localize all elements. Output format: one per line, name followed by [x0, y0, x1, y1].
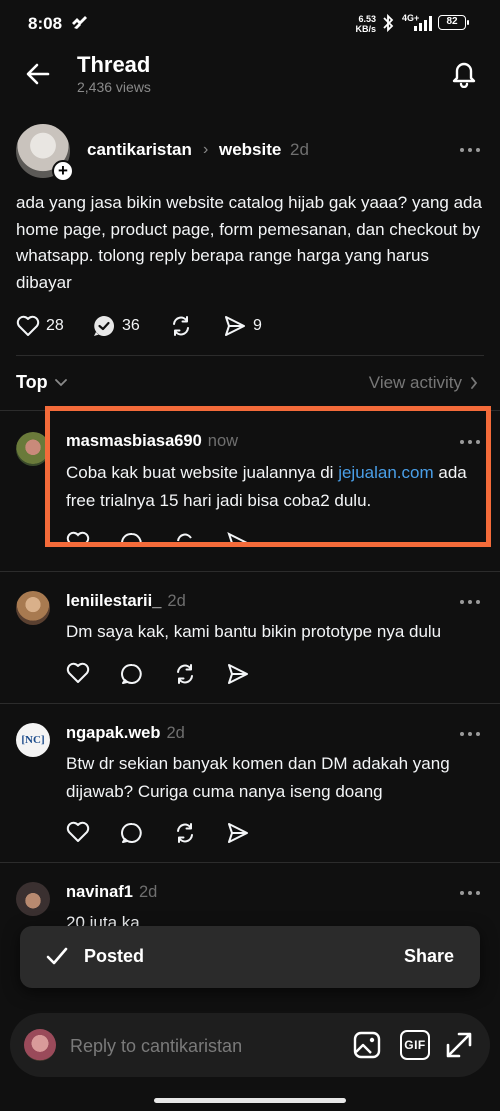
reply-author[interactable]: navinaf1 2d	[66, 883, 157, 902]
repost-icon[interactable]	[173, 821, 197, 845]
reply-body: Dm saya kak, kami bantu bikin prototype …	[66, 622, 442, 641]
bluetooth-icon	[383, 13, 394, 33]
reply-author[interactable]: leniilestarii_ 2d	[66, 592, 186, 611]
reply-count: 36	[122, 317, 140, 334]
toast-share-button[interactable]: Share	[404, 946, 454, 967]
reply-bubble-check-icon	[94, 316, 114, 336]
post-author-avatar[interactable]: +	[16, 124, 74, 182]
reply-actions	[66, 662, 266, 688]
back-arrow-icon[interactable]	[24, 60, 52, 88]
chevron-right-icon: ›	[203, 141, 209, 158]
reply-composer: GIF	[10, 1013, 490, 1077]
gif-label: GIF	[404, 1038, 426, 1052]
gif-button[interactable]: GIF	[400, 1030, 430, 1060]
post-author-name[interactable]: cantikaristan	[87, 140, 192, 160]
post-actions: 28 36 9	[16, 314, 276, 340]
chevron-down-icon	[54, 378, 67, 386]
heart-icon[interactable]	[66, 531, 90, 545]
reply-button[interactable]: 36	[92, 314, 140, 338]
reply-actions	[66, 821, 266, 847]
bell-icon[interactable]	[450, 58, 478, 88]
reply-author[interactable]: ngapak.web 2d	[66, 724, 185, 743]
share-button[interactable]: 9	[223, 314, 262, 338]
send-icon[interactable]	[226, 531, 250, 545]
view-activity-label: View activity	[368, 373, 462, 392]
avatar-logo-text: [NC]	[21, 734, 45, 746]
reply-more-icon[interactable]	[460, 600, 480, 606]
network-speed: 6.53 KB/s	[355, 14, 376, 34]
sort-dropdown[interactable]: Top	[16, 372, 68, 393]
divider	[0, 410, 500, 411]
thread-header: Thread 2,436 views	[0, 48, 500, 108]
comment-icon[interactable]	[120, 662, 144, 686]
reply-avatar[interactable]	[16, 432, 50, 466]
heart-icon[interactable]	[66, 821, 90, 843]
divider	[16, 355, 484, 356]
heart-icon	[16, 315, 40, 336]
reply-actions	[66, 531, 266, 545]
reply-more-icon[interactable]	[460, 732, 480, 738]
comment-icon[interactable]	[120, 531, 144, 545]
image-icon[interactable]	[352, 1030, 382, 1060]
view-count: 2,436 views	[77, 79, 151, 95]
divider	[0, 703, 500, 704]
repost-icon[interactable]	[173, 662, 197, 686]
chevron-right-icon	[471, 377, 478, 389]
reply-input[interactable]	[70, 1034, 320, 1058]
send-icon[interactable]	[226, 662, 250, 686]
divider	[0, 862, 500, 863]
signal-icon	[414, 16, 432, 31]
repost-icon	[173, 316, 189, 336]
send-icon	[225, 316, 245, 336]
sort-label: Top	[16, 372, 48, 392]
posted-toast: Posted Share	[20, 926, 480, 988]
status-bar: 8:08 6.53 KB/s 4G+ 82	[0, 0, 500, 48]
home-indicator[interactable]	[154, 1098, 346, 1103]
reply-author[interactable]: masmasbiasa690 now	[66, 432, 238, 451]
like-count: 28	[46, 317, 64, 334]
user-avatar	[24, 1029, 56, 1061]
repost-icon[interactable]	[173, 531, 197, 545]
battery-indicator: 82	[438, 15, 469, 30]
toast-label: Posted	[84, 946, 145, 966]
status-time: 8:08	[28, 14, 63, 33]
reply-more-icon[interactable]	[460, 891, 480, 897]
comment-icon[interactable]	[120, 821, 144, 845]
reply-timestamp: now	[207, 432, 239, 450]
reply-body: Coba kak buat website jualannya di jejua…	[66, 463, 467, 510]
share-count: 9	[253, 317, 262, 334]
reply-timestamp: 2d	[166, 724, 185, 742]
reply-avatar[interactable]: [NC]	[16, 723, 50, 757]
page-title: Thread	[77, 52, 151, 77]
check-icon	[46, 947, 68, 965]
post-body: ada yang jasa bikin website catalog hija…	[16, 193, 482, 292]
view-activity-link[interactable]: View activity	[369, 373, 478, 393]
repost-button[interactable]	[169, 314, 193, 338]
reply-avatar[interactable]	[16, 591, 50, 625]
send-icon[interactable]	[226, 821, 250, 845]
post-timestamp: 2d	[290, 140, 309, 159]
follow-plus-button[interactable]: +	[52, 160, 74, 182]
reply-avatar[interactable]	[16, 882, 50, 916]
like-button[interactable]: 28	[16, 314, 64, 338]
app-notification-icon	[72, 16, 87, 29]
reply-body: Btw dr sekian banyak komen dan DM adakah…	[66, 754, 450, 801]
reply-timestamp: 2d	[167, 592, 186, 610]
reply-link[interactable]: jejualan.com	[338, 463, 433, 482]
expand-icon[interactable]	[444, 1030, 474, 1060]
post-topic-tag[interactable]: website	[219, 140, 281, 160]
post-more-icon[interactable]	[460, 148, 480, 154]
divider	[0, 571, 500, 572]
reply-more-icon[interactable]	[460, 440, 480, 446]
heart-icon[interactable]	[66, 662, 90, 684]
reply-timestamp: 2d	[138, 883, 158, 901]
